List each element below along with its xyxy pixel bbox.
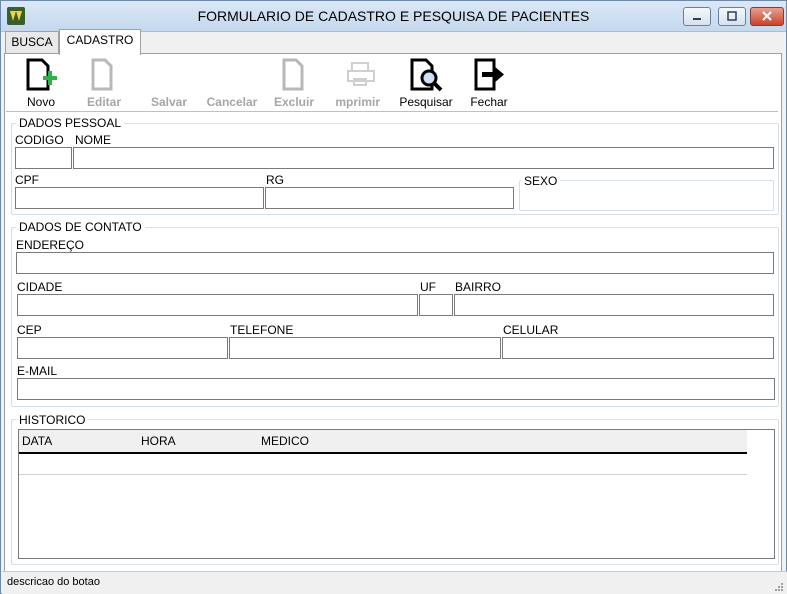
bairro-label: BAIRRO bbox=[455, 280, 502, 294]
cancelar-label: Cancelar bbox=[206, 95, 258, 109]
celular-label: CELULAR bbox=[503, 323, 559, 337]
imprimir-label-text: Imprimir bbox=[336, 95, 380, 109]
grid-header: DATA HORA MEDICO bbox=[19, 430, 747, 454]
editar-button[interactable]: Editar bbox=[77, 55, 131, 113]
novo-button[interactable]: Novo bbox=[16, 55, 66, 113]
nome-label: NOME bbox=[75, 133, 111, 147]
email-label: E-MAIL bbox=[17, 364, 58, 378]
status-text: descricao do botao bbox=[7, 576, 100, 588]
resize-grip-icon[interactable] bbox=[773, 581, 783, 591]
codigo-label: CODIGO bbox=[15, 133, 64, 147]
minimize-button[interactable] bbox=[683, 7, 711, 26]
imprimir-button[interactable]: Imprimir bbox=[336, 55, 384, 113]
cancelar-button[interactable]: Cancelar bbox=[202, 55, 262, 113]
toolbar-separator bbox=[6, 111, 778, 112]
fechar-button[interactable]: Fechar bbox=[464, 55, 514, 113]
tab-busca[interactable]: BUSCA bbox=[5, 31, 59, 54]
endereco-label: ENDEREÇO bbox=[16, 238, 85, 252]
excluir-button[interactable]: Excluir bbox=[270, 55, 318, 113]
cep-input[interactable] bbox=[17, 337, 228, 359]
historico-grid[interactable]: DATA HORA MEDICO bbox=[18, 429, 775, 559]
cidade-label: CIDADE bbox=[17, 280, 63, 294]
exit-icon bbox=[474, 58, 504, 91]
new-document-icon bbox=[26, 58, 57, 91]
toolbar: Novo Editar Salvar Cancelar Excluir Impr… bbox=[6, 55, 778, 113]
uf-label: UF bbox=[420, 280, 436, 294]
title-bar[interactable]: FORMULARIO DE CADASTRO E PESQUISA DE PAC… bbox=[1, 1, 786, 32]
codigo-input[interactable] bbox=[15, 147, 72, 169]
close-button[interactable] bbox=[750, 7, 784, 26]
cep-label: CEP bbox=[17, 323, 42, 337]
dados-pessoal-title: DADOS PESSOAL bbox=[16, 116, 125, 130]
window-title: FORMULARIO DE CADASTRO E PESQUISA DE PAC… bbox=[197, 8, 590, 24]
delete-document-icon bbox=[282, 58, 304, 91]
email-input[interactable] bbox=[17, 378, 775, 400]
fechar-label: Fechar bbox=[470, 95, 508, 109]
sexo-label: SEXO bbox=[521, 174, 561, 188]
pesquisar-label: Pesquisar bbox=[399, 95, 453, 109]
minimize-icon bbox=[693, 18, 701, 20]
column-header-medico[interactable]: MEDICO bbox=[261, 434, 309, 448]
app-window: FORMULARIO DE CADASTRO E PESQUISA DE PAC… bbox=[0, 0, 787, 594]
cpf-label: CPF bbox=[15, 173, 39, 187]
bairro-input[interactable] bbox=[454, 294, 774, 316]
column-header-data[interactable]: DATA bbox=[22, 434, 52, 448]
endereco-input[interactable] bbox=[16, 252, 774, 274]
table-row[interactable] bbox=[19, 474, 747, 475]
nome-input[interactable] bbox=[73, 147, 774, 169]
cidade-input[interactable] bbox=[17, 294, 418, 316]
excluir-label: Excluir bbox=[273, 95, 315, 109]
close-icon bbox=[762, 11, 772, 21]
maximize-icon bbox=[727, 11, 737, 21]
rg-label: RG bbox=[266, 173, 284, 187]
celular-input[interactable] bbox=[502, 337, 774, 359]
search-document-icon bbox=[410, 58, 443, 92]
pesquisar-button[interactable]: Pesquisar bbox=[394, 55, 458, 113]
imprimir-label: Imprimir bbox=[336, 95, 384, 112]
cpf-input[interactable] bbox=[15, 187, 264, 209]
telefone-input[interactable] bbox=[229, 337, 501, 359]
telefone-label: TELEFONE bbox=[230, 323, 294, 337]
tab-cadastro[interactable]: CADASTRO bbox=[59, 29, 141, 55]
edit-document-icon bbox=[91, 58, 113, 91]
maximize-button[interactable] bbox=[718, 7, 746, 26]
salvar-button[interactable]: Salvar bbox=[142, 55, 196, 113]
historico-title: HISTORICO bbox=[16, 413, 89, 427]
status-bar: descricao do botao bbox=[2, 571, 787, 594]
uf-input[interactable] bbox=[419, 294, 453, 316]
rg-input[interactable] bbox=[265, 187, 514, 209]
printer-icon bbox=[347, 62, 375, 86]
salvar-label: Salvar bbox=[150, 95, 188, 109]
novo-label: Novo bbox=[26, 95, 55, 109]
editar-label: Editar bbox=[86, 95, 121, 109]
column-header-hora[interactable]: HORA bbox=[141, 434, 176, 448]
dados-contato-title: DADOS DE CONTATO bbox=[16, 220, 145, 234]
